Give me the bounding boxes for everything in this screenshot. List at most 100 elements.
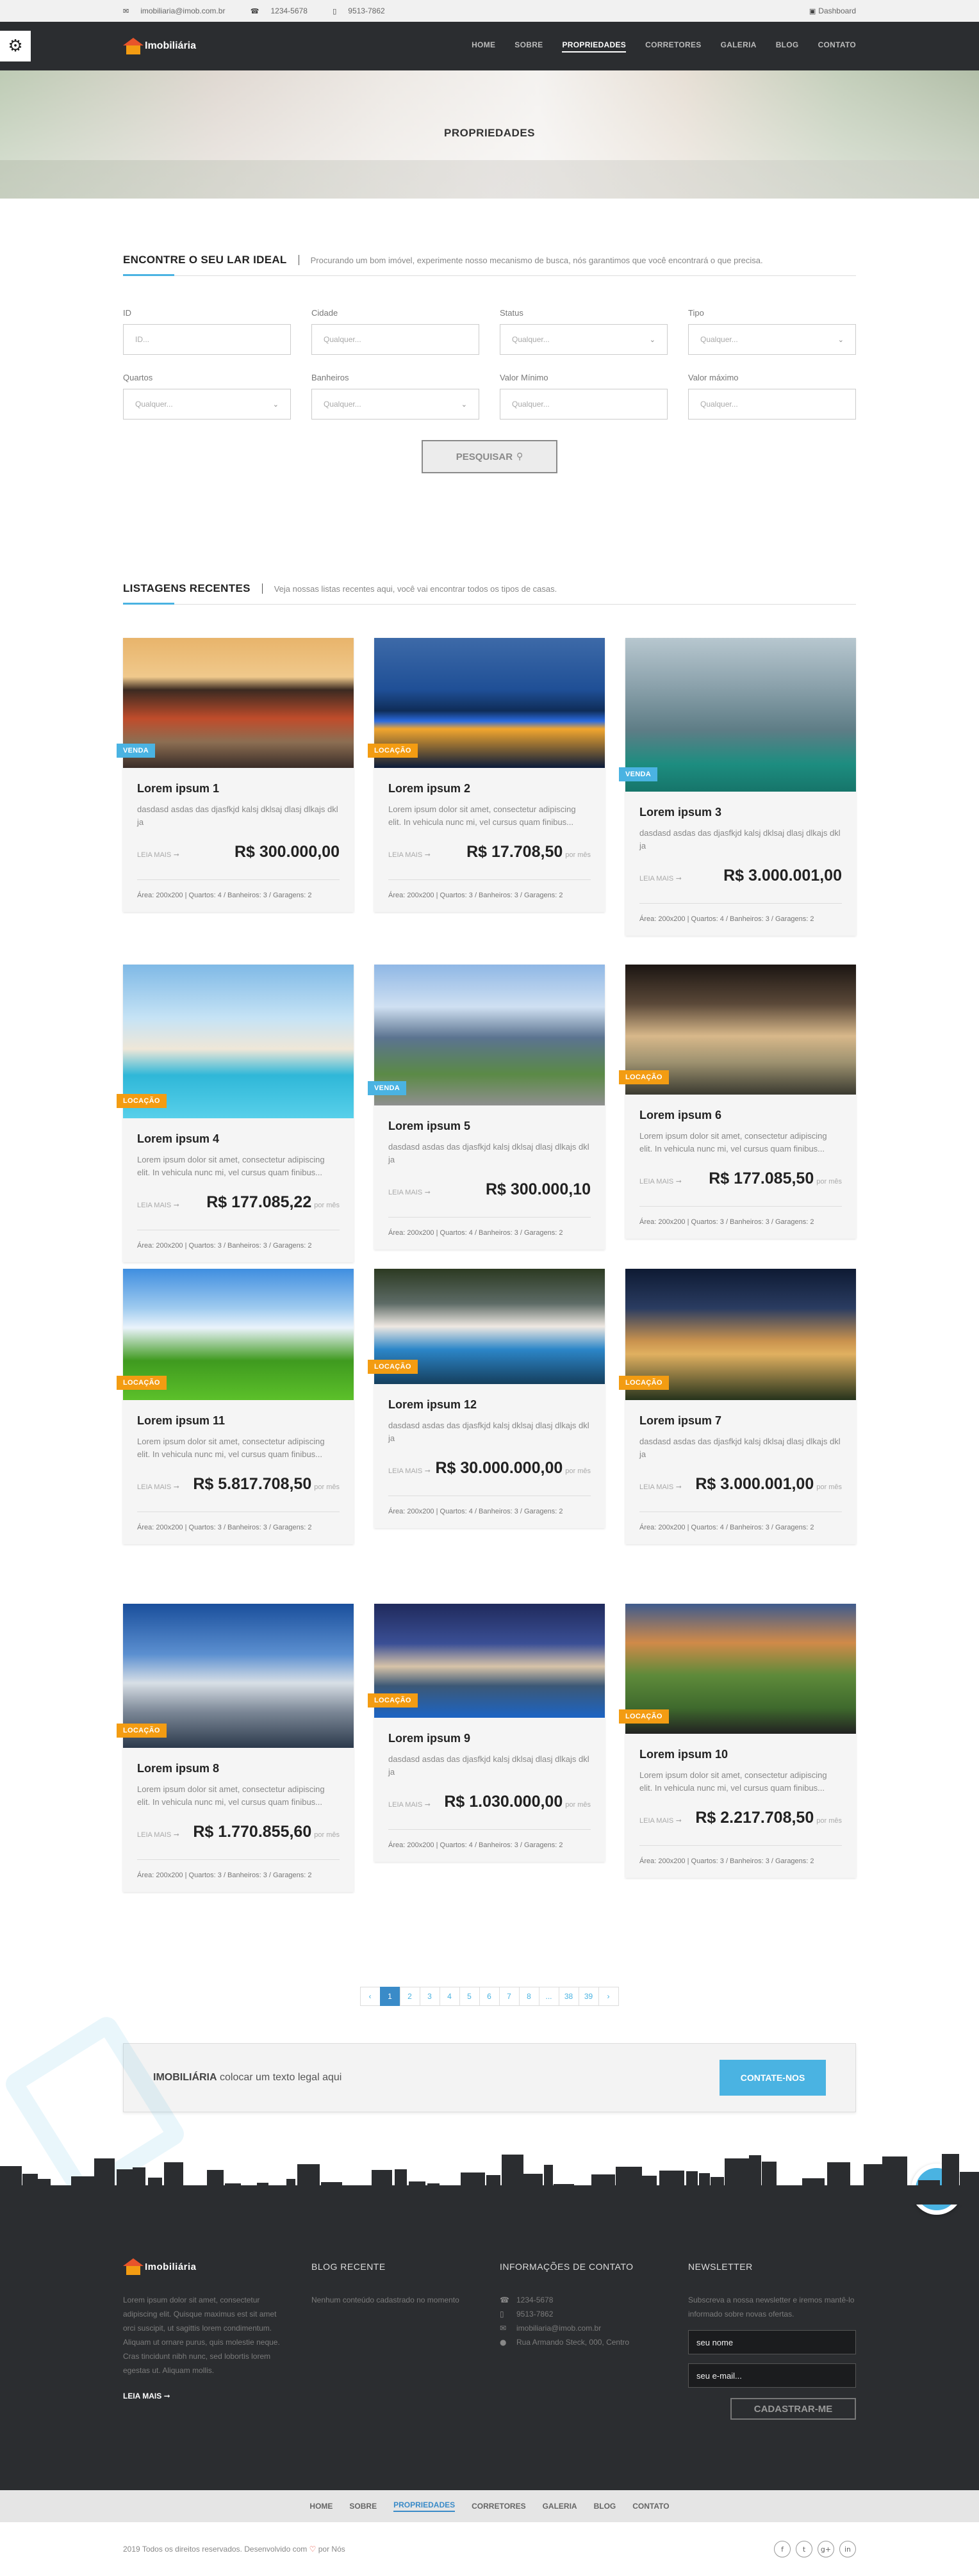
search-input[interactable]: Qualquer... bbox=[688, 389, 856, 420]
pagination-page[interactable]: 8 bbox=[518, 1987, 539, 2006]
contact-us-button[interactable]: CONTATE-NOS bbox=[720, 2060, 826, 2096]
nav-item-blog[interactable]: BLOG bbox=[776, 40, 799, 53]
listing-title[interactable]: Lorem ipsum 9 bbox=[388, 1732, 591, 1745]
read-more-link[interactable]: LEIA MAIS ➞ bbox=[137, 851, 179, 859]
footer-nav-item-propriedades[interactable]: PROPRIEDADES bbox=[393, 2500, 456, 2512]
nav-item-galeria[interactable]: GALERIA bbox=[721, 40, 757, 53]
pagination-page[interactable]: 39 bbox=[578, 1987, 599, 2006]
search-input[interactable]: Qualquer... bbox=[500, 389, 668, 420]
pagination-page[interactable]: 4 bbox=[439, 1987, 460, 2006]
read-more-link[interactable]: LEIA MAIS ➞ bbox=[137, 1201, 179, 1209]
listing-title[interactable]: Lorem ipsum 8 bbox=[137, 1762, 340, 1775]
dashboard-link[interactable]: ▣ Dashboard bbox=[809, 6, 856, 15]
read-more-link[interactable]: LEIA MAIS ➞ bbox=[639, 874, 682, 883]
search-select[interactable]: Qualquer... ⌄ bbox=[311, 389, 479, 420]
search-button[interactable]: PESQUISAR ⚲ bbox=[422, 440, 557, 473]
footer-logo[interactable]: Imobiliária bbox=[123, 2258, 291, 2275]
property-photo[interactable]: LOCAÇÃO bbox=[117, 1604, 354, 1748]
listing-card[interactable]: LOCAÇÃO Lorem ipsum 11 Lorem ipsum dolor s… bbox=[117, 1269, 354, 1544]
top-email[interactable]: ✉ imobiliaria@imob.com.br bbox=[123, 6, 236, 15]
listing-title[interactable]: Lorem ipsum 3 bbox=[639, 806, 842, 819]
listing-card[interactable]: VENDA Lorem ipsum 3 dasdasd asdas das djas… bbox=[619, 638, 856, 936]
listing-card[interactable]: LOCAÇÃO Lorem ipsum 2 Lorem ipsum dolor si… bbox=[368, 638, 605, 912]
listing-card[interactable]: LOCAÇÃO Lorem ipsum 10 Lorem ipsum dolor s… bbox=[619, 1604, 856, 1878]
nav-item-propriedades[interactable]: PROPRIEDADES bbox=[562, 40, 627, 53]
pagination-next[interactable]: › bbox=[598, 1987, 619, 2006]
property-photo[interactable]: VENDA bbox=[117, 638, 354, 768]
footer-email[interactable]: ✉ imobiliaria@imob.com.br bbox=[500, 2321, 668, 2335]
listing-title[interactable]: Lorem ipsum 11 bbox=[137, 1414, 340, 1428]
search-field: Status Qualquer... ⌄ bbox=[500, 308, 668, 355]
footer-nav-item-home[interactable]: HOME bbox=[309, 2502, 333, 2511]
nav-item-contato[interactable]: CONTATO bbox=[818, 40, 856, 53]
footer-nav-item-corretores[interactable]: CORRETORES bbox=[472, 2502, 525, 2511]
property-photo[interactable]: LOCAÇÃO bbox=[117, 965, 354, 1118]
settings-gear-button[interactable]: ⚙ bbox=[0, 31, 31, 61]
property-photo[interactable]: LOCAÇÃO bbox=[368, 638, 605, 768]
property-photo[interactable]: LOCAÇÃO bbox=[368, 1604, 605, 1718]
listing-card[interactable]: LOCAÇÃO Lorem ipsum 9 dasdasd asdas das dj… bbox=[368, 1604, 605, 1862]
pagination-page[interactable]: 3 bbox=[419, 1987, 440, 2006]
listing-title[interactable]: Lorem ipsum 4 bbox=[137, 1132, 340, 1146]
search-input[interactable]: ID... bbox=[123, 324, 291, 355]
pagination-page[interactable]: 2 bbox=[399, 1987, 420, 2006]
search-input[interactable]: Qualquer... bbox=[311, 324, 479, 355]
newsletter-email-input[interactable]: seu e-mail... bbox=[688, 2363, 856, 2388]
pagination-page[interactable]: 6 bbox=[479, 1987, 500, 2006]
pagination-page[interactable]: 7 bbox=[498, 1987, 520, 2006]
listing-title[interactable]: Lorem ipsum 6 bbox=[639, 1109, 842, 1122]
property-photo[interactable]: LOCAÇÃO bbox=[619, 965, 856, 1095]
footer-nav-item-sobre[interactable]: SOBRE bbox=[349, 2502, 377, 2511]
read-more-link[interactable]: LEIA MAIS ➞ bbox=[388, 1800, 431, 1809]
listing-title[interactable]: Lorem ipsum 1 bbox=[137, 782, 340, 795]
footer-nav-item-contato[interactable]: CONTATO bbox=[632, 2502, 669, 2511]
property-photo[interactable]: LOCAÇÃO bbox=[619, 1269, 856, 1400]
listing-title[interactable]: Lorem ipsum 10 bbox=[639, 1748, 842, 1761]
read-more-link[interactable]: LEIA MAIS ➞ bbox=[137, 1483, 179, 1491]
nav-item-home[interactable]: HOME bbox=[472, 40, 495, 53]
facebook-icon[interactable]: f bbox=[774, 2541, 791, 2557]
read-more-link[interactable]: LEIA MAIS ➞ bbox=[639, 1816, 682, 1825]
listing-card[interactable]: LOCAÇÃO Lorem ipsum 4 Lorem ipsum dolor si… bbox=[117, 965, 354, 1262]
search-select[interactable]: Qualquer... ⌄ bbox=[500, 324, 668, 355]
listing-title[interactable]: Lorem ipsum 5 bbox=[388, 1120, 591, 1133]
read-more-link[interactable]: LEIA MAIS ➞ bbox=[388, 851, 431, 859]
nav-item-corretores[interactable]: CORRETORES bbox=[645, 40, 701, 53]
listing-card[interactable]: LOCAÇÃO Lorem ipsum 7 dasdasd asdas das dj… bbox=[619, 1269, 856, 1544]
pagination-page[interactable]: 38 bbox=[558, 1987, 579, 2006]
read-more-link[interactable]: LEIA MAIS ➞ bbox=[639, 1483, 682, 1491]
footer-nav-item-galeria[interactable]: GALERIA bbox=[543, 2502, 577, 2511]
listing-title[interactable]: Lorem ipsum 2 bbox=[388, 782, 591, 795]
property-photo[interactable]: LOCAÇÃO bbox=[619, 1604, 856, 1734]
property-photo[interactable]: LOCAÇÃO bbox=[117, 1269, 354, 1400]
listing-card[interactable]: VENDA Lorem ipsum 1 dasdasd asdas das djas… bbox=[117, 638, 354, 912]
search-select[interactable]: Qualquer... ⌄ bbox=[123, 389, 291, 420]
twitter-icon[interactable]: t bbox=[796, 2541, 812, 2557]
nav-item-sobre[interactable]: SOBRE bbox=[514, 40, 543, 53]
property-photo[interactable]: VENDA bbox=[619, 638, 856, 792]
listing-title[interactable]: Lorem ipsum 12 bbox=[388, 1398, 591, 1412]
property-photo[interactable]: LOCAÇÃO bbox=[368, 1269, 605, 1384]
listing-card[interactable]: LOCAÇÃO Lorem ipsum 12 dasdasd asdas das d… bbox=[368, 1269, 605, 1528]
brand-logo[interactable]: Imobiliária bbox=[123, 38, 196, 54]
footer-nav-item-blog[interactable]: BLOG bbox=[594, 2502, 616, 2511]
read-more-link[interactable]: LEIA MAIS ➞ bbox=[137, 1830, 179, 1839]
read-more-link[interactable]: LEIA MAIS ➞ bbox=[388, 1467, 431, 1475]
footer-read-more-link[interactable]: LEIA MAIS ➞ bbox=[123, 2392, 291, 2401]
newsletter-submit-button[interactable]: CADASTRAR-ME bbox=[730, 2398, 856, 2420]
pagination-prev[interactable]: ‹ bbox=[359, 1987, 381, 2006]
newsletter-name-input[interactable]: seu nome bbox=[688, 2330, 856, 2354]
listing-title[interactable]: Lorem ipsum 7 bbox=[639, 1414, 842, 1428]
listing-card[interactable]: LOCAÇÃO Lorem ipsum 6 Lorem ipsum dolor si… bbox=[619, 965, 856, 1239]
google-plus-icon[interactable]: g+ bbox=[818, 2541, 834, 2557]
read-more-link[interactable]: LEIA MAIS ➞ bbox=[639, 1177, 682, 1186]
search-select[interactable]: Qualquer... ⌄ bbox=[688, 324, 856, 355]
pagination-page[interactable]: 1 bbox=[379, 1987, 400, 2006]
field-placeholder: ID... bbox=[135, 335, 150, 344]
property-photo[interactable]: VENDA bbox=[368, 965, 605, 1105]
pagination-page[interactable]: 5 bbox=[459, 1987, 480, 2006]
linkedin-icon[interactable]: in bbox=[839, 2541, 856, 2557]
listing-card[interactable]: LOCAÇÃO Lorem ipsum 8 Lorem ipsum dolor si… bbox=[117, 1604, 354, 1892]
read-more-link[interactable]: LEIA MAIS ➞ bbox=[388, 1188, 431, 1196]
listing-card[interactable]: VENDA Lorem ipsum 5 dasdasd asdas das djas… bbox=[368, 965, 605, 1250]
